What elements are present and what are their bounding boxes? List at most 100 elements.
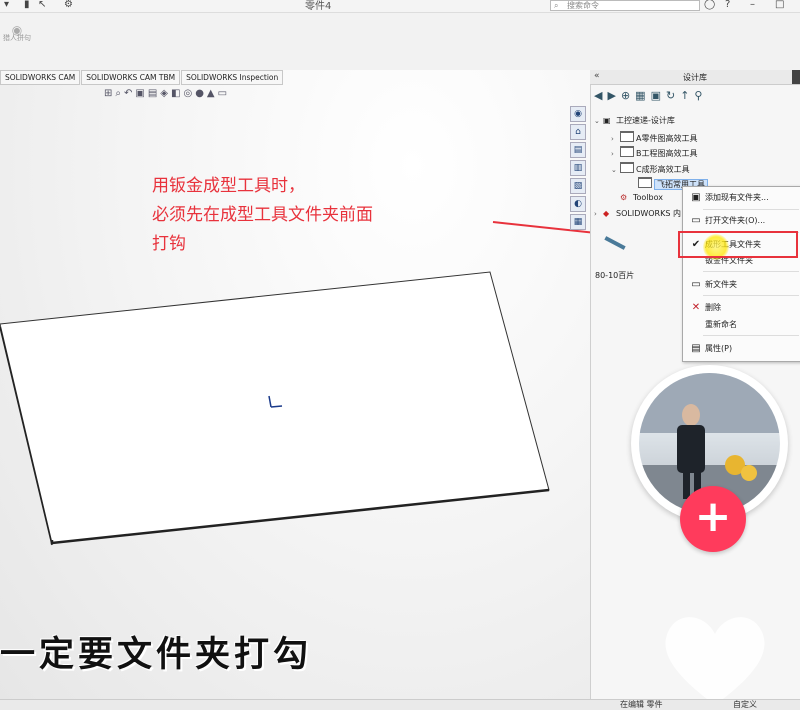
- view-palette-icon[interactable]: ▥: [570, 160, 586, 176]
- folder-icon: [620, 146, 634, 157]
- menu-item-properties[interactable]: ▤ 属性(P): [683, 341, 800, 357]
- create-new-folder-icon[interactable]: ▣: [651, 89, 661, 102]
- zoom-area-icon[interactable]: ⌕: [115, 88, 121, 99]
- menu-separator: [703, 271, 799, 272]
- tab-solidworks-cam-tbm[interactable]: SOLIDWORKS CAM TBM: [81, 70, 181, 85]
- toolbar-icon[interactable]: ▾: [4, 0, 9, 10]
- refresh-icon[interactable]: ↻: [666, 89, 675, 102]
- menu-separator: [703, 335, 799, 336]
- up-folder-icon[interactable]: ↑: [680, 89, 689, 102]
- menu-item-new-folder[interactable]: ▭ 新文件夹: [683, 277, 800, 293]
- hide-show-icon[interactable]: ◎: [183, 88, 192, 99]
- add-to-library-icon[interactable]: ⊕: [621, 89, 630, 102]
- display-style-icon[interactable]: ◧: [171, 88, 180, 99]
- menu-item-label: 删除: [705, 303, 721, 312]
- menu-separator: [703, 209, 799, 210]
- units-selector[interactable]: 自定义: [733, 699, 757, 710]
- folder-add-icon: ▣: [691, 192, 701, 203]
- design-library-icon[interactable]: ⌂: [570, 124, 586, 140]
- appearances-icon[interactable]: ▧: [570, 178, 586, 194]
- menu-item-open-folder[interactable]: ▭ 打开文件夹(O)...: [683, 213, 800, 229]
- tree-item-b[interactable]: › B工程图高效工具: [611, 146, 698, 159]
- document-recovery-icon[interactable]: ▦: [570, 214, 586, 230]
- search-placeholder: 搜索命令: [567, 1, 599, 10]
- tree-item-a[interactable]: › A零件图高效工具: [611, 131, 697, 144]
- forward-icon[interactable]: ▶: [607, 89, 615, 102]
- pane-title: 设计库: [683, 73, 707, 82]
- previous-view-icon[interactable]: ↶: [124, 88, 132, 99]
- menu-item-label: 属性(P): [705, 344, 733, 353]
- menu-item-label: 重新命名: [705, 320, 737, 329]
- view-orientation-icon[interactable]: ◈: [160, 88, 168, 99]
- sheet-metal-plate[interactable]: [0, 270, 560, 550]
- add-file-location-icon[interactable]: ▦: [635, 89, 645, 102]
- tree-item-toolbox[interactable]: ⚙ Toolbox: [611, 193, 663, 202]
- menu-item-rename[interactable]: 重新命名: [683, 317, 800, 333]
- tree-item-label: SOLIDWORKS 内: [616, 209, 681, 218]
- folder-icon: [620, 162, 634, 173]
- section-view-icon[interactable]: ▣: [135, 88, 144, 99]
- menu-item-label: 新文件夹: [705, 280, 737, 289]
- annotation-text: 用钣金成型工具时， 必须先在成型工具文件夹前面 打钩: [152, 172, 373, 259]
- select-icon[interactable]: ↖: [38, 0, 46, 10]
- solidworks-resources-icon[interactable]: ◉: [570, 106, 586, 122]
- menu-item-label: 打开文件夹(O)...: [705, 216, 766, 225]
- annotation-line: 必须先在成型工具文件夹前面: [152, 205, 373, 225]
- dynamic-annotation-icon[interactable]: ▤: [148, 88, 157, 99]
- pane-toolbar: ◀ ▶ ⊕ ▦ ▣ ↻ ↑ ⚲: [594, 89, 702, 102]
- help-icon[interactable]: ?: [725, 0, 730, 10]
- watermark-logo: ◉ 猎人拼句: [2, 24, 32, 42]
- collapse-pane-icon[interactable]: «: [594, 71, 600, 81]
- annotation-line: 打钩: [152, 234, 186, 254]
- new-folder-icon: ▭: [691, 279, 701, 290]
- tree-item-content[interactable]: › ◆ SOLIDWORKS 内: [594, 208, 681, 219]
- expand-arrow-icon[interactable]: ⌄: [611, 166, 620, 174]
- status-editing-text: 在编辑 零件: [620, 700, 663, 709]
- library-folder-icon: ▣: [603, 116, 611, 125]
- gear-icon[interactable]: ⚙: [64, 0, 73, 10]
- solidworks-content-icon: ◆: [603, 209, 610, 218]
- appearance-icon[interactable]: ●: [195, 88, 204, 99]
- tree-item-c[interactable]: ⌄ C成形高效工具: [611, 162, 690, 175]
- menu-item-delete[interactable]: ✕ 删除: [683, 300, 800, 316]
- context-menu: ▣ 添加现有文件夹... ▭ 打开文件夹(O)... ✔ 成形工具文件夹 钣金件文件夹…: [682, 186, 800, 362]
- restore-icon[interactable]: □: [775, 0, 784, 10]
- pane-handle[interactable]: [792, 70, 800, 84]
- view-settings-icon[interactable]: ▭: [218, 88, 227, 99]
- video-subtitle: 一定要文件夹打勾: [0, 634, 313, 675]
- add-plus-button[interactable]: +: [680, 486, 746, 552]
- minimize-icon[interactable]: –: [750, 0, 755, 10]
- scene-icon[interactable]: ▲: [207, 88, 215, 99]
- collapse-arrow-icon[interactable]: ›: [594, 210, 603, 218]
- collapse-arrow-icon[interactable]: ›: [611, 150, 620, 158]
- back-icon[interactable]: ◀: [594, 89, 602, 102]
- menu-item-label: 添加现有文件夹...: [705, 193, 769, 202]
- collapse-arrow-icon[interactable]: ›: [611, 135, 620, 143]
- thumbnail-label[interactable]: 80-10百片: [595, 270, 634, 281]
- expand-arrow-icon[interactable]: ⌄: [594, 117, 603, 125]
- user-icon[interactable]: ◯: [704, 0, 715, 10]
- heads-up-view-toolbar: ⊞ ⌕ ↶ ▣ ▤ ◈ ◧ ◎ ● ▲ ▭: [104, 88, 227, 99]
- tree-item-label: A零件图高效工具: [636, 134, 698, 143]
- menu-item-add-existing-folder[interactable]: ▣ 添加现有文件夹...: [683, 190, 800, 206]
- tree-item-root[interactable]: ⌄ ▣ 工控速递-设计库: [594, 115, 675, 126]
- tree-item-label: C成形高效工具: [636, 165, 690, 174]
- tree-item-label: 工控速递-设计库: [616, 116, 675, 125]
- pin-icon[interactable]: ⚲: [694, 89, 702, 102]
- save-icon[interactable]: ▮: [24, 0, 30, 10]
- heart-icon[interactable]: [660, 610, 770, 709]
- toolbox-icon: ⚙: [620, 193, 628, 202]
- task-pane-tabs: ◉ ⌂ ▤ ▥ ▧ ◐ ▦: [570, 106, 586, 230]
- file-explorer-icon[interactable]: ▤: [570, 142, 586, 158]
- tab-solidworks-cam[interactable]: SOLIDWORKS CAM: [0, 70, 81, 85]
- command-tabs: SOLIDWORKS CAM SOLIDWORKS CAM TBM SOLIDW…: [0, 70, 284, 85]
- search-input[interactable]: ⌕ 搜索命令: [550, 0, 700, 11]
- tab-solidworks-inspection[interactable]: SOLIDWORKS Inspection: [181, 70, 284, 85]
- custom-properties-icon[interactable]: ◐: [570, 196, 586, 212]
- properties-icon: ▤: [691, 343, 701, 354]
- highlight-box: [678, 231, 798, 258]
- status-bar: [0, 699, 800, 710]
- search-icon: ⌕: [554, 1, 559, 10]
- folder-icon: [638, 177, 652, 188]
- zoom-to-fit-icon[interactable]: ⊞: [104, 88, 112, 99]
